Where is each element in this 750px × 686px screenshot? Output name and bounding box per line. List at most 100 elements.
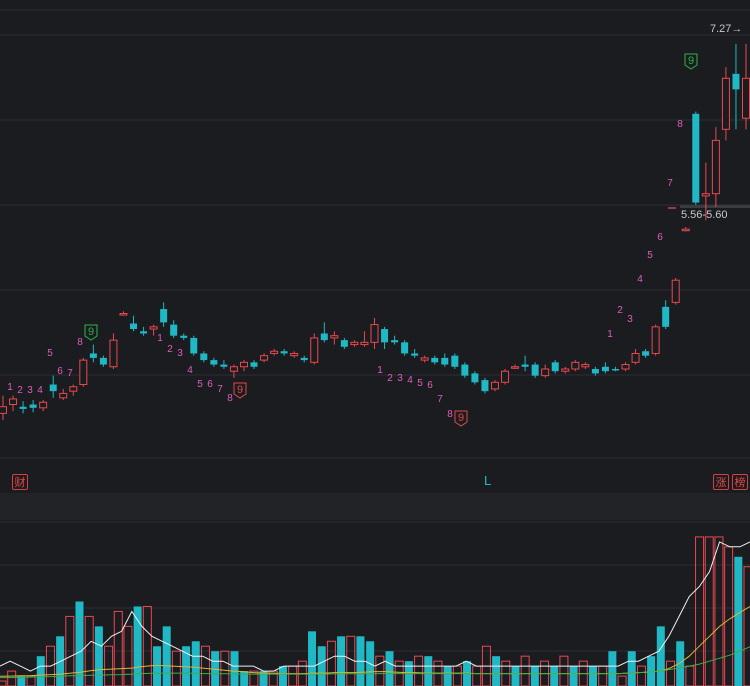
candle-body[interactable]	[160, 309, 168, 323]
candle-body[interactable]	[39, 401, 48, 409]
candle-body[interactable]	[541, 368, 550, 377]
candle-body[interactable]	[89, 353, 97, 358]
candle-body[interactable]	[611, 368, 619, 371]
candle-body[interactable]	[671, 279, 680, 303]
financial-report-tag[interactable]: 财	[12, 474, 28, 490]
candle-body[interactable]	[721, 77, 730, 130]
volume-bar[interactable]	[308, 631, 317, 686]
candle-body[interactable]	[551, 362, 559, 372]
volume-bar[interactable]	[627, 651, 636, 686]
volume-bar[interactable]	[569, 666, 578, 686]
volume-bar[interactable]	[191, 641, 200, 686]
candle-body[interactable]	[350, 341, 359, 346]
volume-bar[interactable]	[0, 680, 7, 686]
candle-body[interactable]	[0, 406, 7, 414]
candle-body[interactable]	[210, 360, 218, 365]
volume-bar[interactable]	[104, 645, 114, 686]
candle-body[interactable]	[742, 77, 750, 119]
candle-body[interactable]	[270, 350, 279, 354]
volume-bar[interactable]	[375, 655, 385, 686]
volume-bar[interactable]	[724, 546, 734, 686]
volume-bar[interactable]	[326, 640, 336, 686]
candle-body[interactable]	[320, 333, 328, 341]
volume-bar[interactable]	[220, 650, 230, 686]
volume-bar[interactable]	[240, 671, 249, 686]
volume-bar[interactable]	[656, 626, 665, 686]
candle-body[interactable]	[642, 351, 650, 356]
volume-bar[interactable]	[385, 651, 394, 686]
volume-bar[interactable]	[492, 656, 501, 686]
candle-body[interactable]	[571, 361, 580, 370]
candle-body[interactable]	[290, 352, 299, 357]
candle-body[interactable]	[149, 326, 158, 330]
candle-body[interactable]	[621, 364, 630, 370]
candle-body[interactable]	[99, 357, 107, 365]
volume-bar[interactable]	[665, 660, 675, 686]
candle-body[interactable]	[601, 366, 609, 372]
volume-bar[interactable]	[36, 656, 45, 686]
candle-body[interactable]	[360, 341, 369, 346]
candle-body[interactable]	[59, 392, 68, 399]
volume-bar[interactable]	[743, 566, 750, 686]
candle-body[interactable]	[170, 324, 178, 336]
candle-body[interactable]	[521, 364, 529, 367]
candle-body[interactable]	[631, 352, 640, 363]
candle-body[interactable]	[431, 357, 439, 363]
candle-body[interactable]	[260, 355, 269, 361]
candle-body[interactable]	[681, 228, 690, 232]
volume-bar[interactable]	[520, 655, 530, 686]
candle-body[interactable]	[300, 357, 308, 361]
candle-body[interactable]	[250, 362, 258, 367]
candle-body[interactable]	[190, 337, 198, 354]
candle-body[interactable]	[140, 331, 148, 334]
volume-bar[interactable]	[7, 670, 17, 686]
volume-bar[interactable]	[617, 675, 627, 686]
candle-body[interactable]	[229, 366, 238, 372]
candle-body[interactable]	[381, 329, 389, 343]
volume-bar[interactable]	[317, 646, 326, 686]
candle-body[interactable]	[330, 335, 339, 339]
candle-body[interactable]	[49, 384, 57, 392]
candle-body[interactable]	[391, 340, 399, 343]
candle-body[interactable]	[119, 313, 128, 316]
candle-body[interactable]	[280, 351, 288, 354]
candle-body[interactable]	[239, 361, 248, 368]
candle-body[interactable]	[531, 364, 539, 376]
kline-chart[interactable]: 1 2 3 456 78912 345 6 78912 3 4 5 678 9123456789	[0, 0, 750, 686]
candle-body[interactable]	[340, 340, 348, 347]
candle-body[interactable]	[401, 342, 409, 354]
volume-bar[interactable]	[249, 670, 259, 686]
volume-bar[interactable]	[200, 645, 210, 686]
candle-body[interactable]	[651, 326, 660, 354]
volume-bar[interactable]	[704, 536, 714, 686]
candle-body[interactable]	[692, 113, 700, 203]
volume-bar[interactable]	[734, 556, 743, 686]
candle-body[interactable]	[220, 364, 228, 367]
volume-bar[interactable]	[676, 641, 685, 686]
candle-body[interactable]	[180, 335, 188, 338]
candle-body[interactable]	[701, 193, 710, 197]
volume-bar[interactable]	[94, 626, 103, 686]
volume-bar[interactable]	[424, 656, 433, 686]
volume-bar[interactable]	[142, 605, 152, 686]
volume-bar[interactable]	[636, 665, 646, 686]
rank-tag[interactable]: 榜	[732, 474, 748, 490]
candle-body[interactable]	[471, 373, 479, 383]
volume-bar[interactable]	[171, 650, 181, 686]
candle-body[interactable]	[441, 357, 449, 365]
limit-up-tag[interactable]: 涨	[713, 474, 729, 490]
volume-bar[interactable]	[588, 666, 597, 686]
volume-bar[interactable]	[75, 601, 84, 686]
candle-body[interactable]	[581, 364, 590, 368]
candle-body[interactable]	[130, 323, 138, 330]
volume-bar[interactable]	[598, 665, 608, 686]
candle-body[interactable]	[69, 386, 78, 392]
volume-bar[interactable]	[559, 655, 569, 686]
candle-body[interactable]	[662, 306, 670, 327]
volume-bar[interactable]	[337, 636, 346, 686]
candle-body[interactable]	[79, 359, 88, 386]
volume-bar[interactable]	[230, 651, 239, 686]
candle-body[interactable]	[310, 337, 319, 363]
candle-body[interactable]	[200, 353, 208, 361]
candle-body[interactable]	[370, 324, 379, 343]
